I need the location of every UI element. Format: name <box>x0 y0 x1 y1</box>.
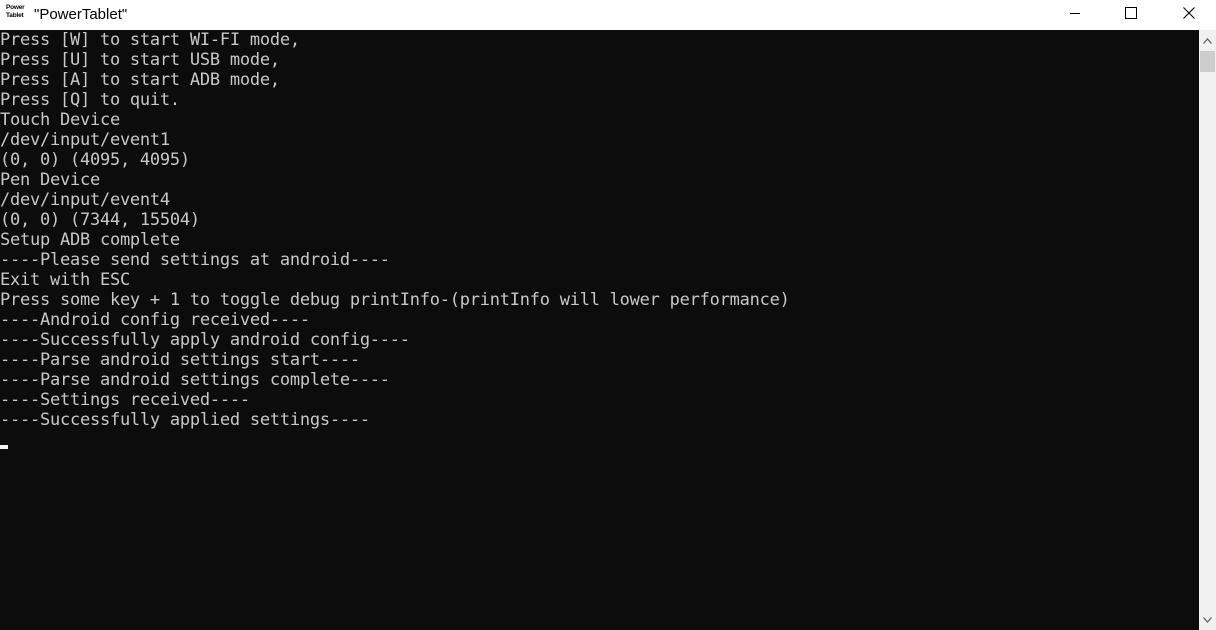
console-line: Setup ADB complete <box>0 230 180 250</box>
title-bar[interactable]: Power Tablet "PowerTablet" <box>0 0 1216 30</box>
console-line: Press [Q] to quit. <box>0 90 180 110</box>
close-icon <box>1183 7 1195 19</box>
scroll-down-button[interactable] <box>1199 611 1216 628</box>
console-line-list: Press [W] to start WI-FI mode, Press [U]… <box>0 30 790 430</box>
app-icon-label: Power Tablet <box>6 4 25 19</box>
console-window: Power Tablet "PowerTablet" Press [W] to … <box>0 0 1216 630</box>
maximize-icon <box>1125 7 1137 19</box>
console-line: /dev/input/event1 <box>0 130 170 150</box>
minimize-icon <box>1070 13 1080 14</box>
console-line: (0, 0) (4095, 4095) <box>0 150 190 170</box>
console-line: ----Settings received---- <box>0 390 250 410</box>
scroll-up-button[interactable] <box>1199 32 1216 49</box>
window-title: "PowerTablet" <box>34 6 128 23</box>
maximize-button[interactable] <box>1102 0 1160 26</box>
console-line: Pen Device <box>0 170 100 190</box>
console-line: Touch Device <box>0 110 120 130</box>
vertical-scrollbar[interactable] <box>1199 30 1216 630</box>
console-line: ----Successfully apply android config---… <box>0 330 410 350</box>
scroll-thumb[interactable] <box>1200 51 1215 72</box>
minimize-button[interactable] <box>1046 0 1104 26</box>
console-output[interactable]: Press [W] to start WI-FI mode, Press [U]… <box>0 30 1199 630</box>
chevron-up-icon <box>1203 37 1212 44</box>
console-line: Press [W] to start WI-FI mode, <box>0 30 300 50</box>
text-cursor <box>0 445 8 449</box>
console-line: (0, 0) (7344, 15504) <box>0 210 200 230</box>
chevron-down-icon <box>1203 616 1212 623</box>
app-icon: Power Tablet <box>6 4 28 24</box>
console-line: Exit with ESC <box>0 270 130 290</box>
console-line: ----Successfully applied settings---- <box>0 410 370 430</box>
close-button[interactable] <box>1160 0 1216 26</box>
console-line: ----Parse android settings start---- <box>0 350 360 370</box>
console-line: Press [A] to start ADB mode, <box>0 70 280 90</box>
console-line: Press [U] to start USB mode, <box>0 50 280 70</box>
console-line: ----Parse android settings complete---- <box>0 370 390 390</box>
console-line: ----Please send settings at android---- <box>0 250 390 270</box>
console-line: /dev/input/event4 <box>0 190 170 210</box>
console-line: ----Android config received---- <box>0 310 310 330</box>
console-line: Press some key + 1 to toggle debug print… <box>0 290 790 310</box>
